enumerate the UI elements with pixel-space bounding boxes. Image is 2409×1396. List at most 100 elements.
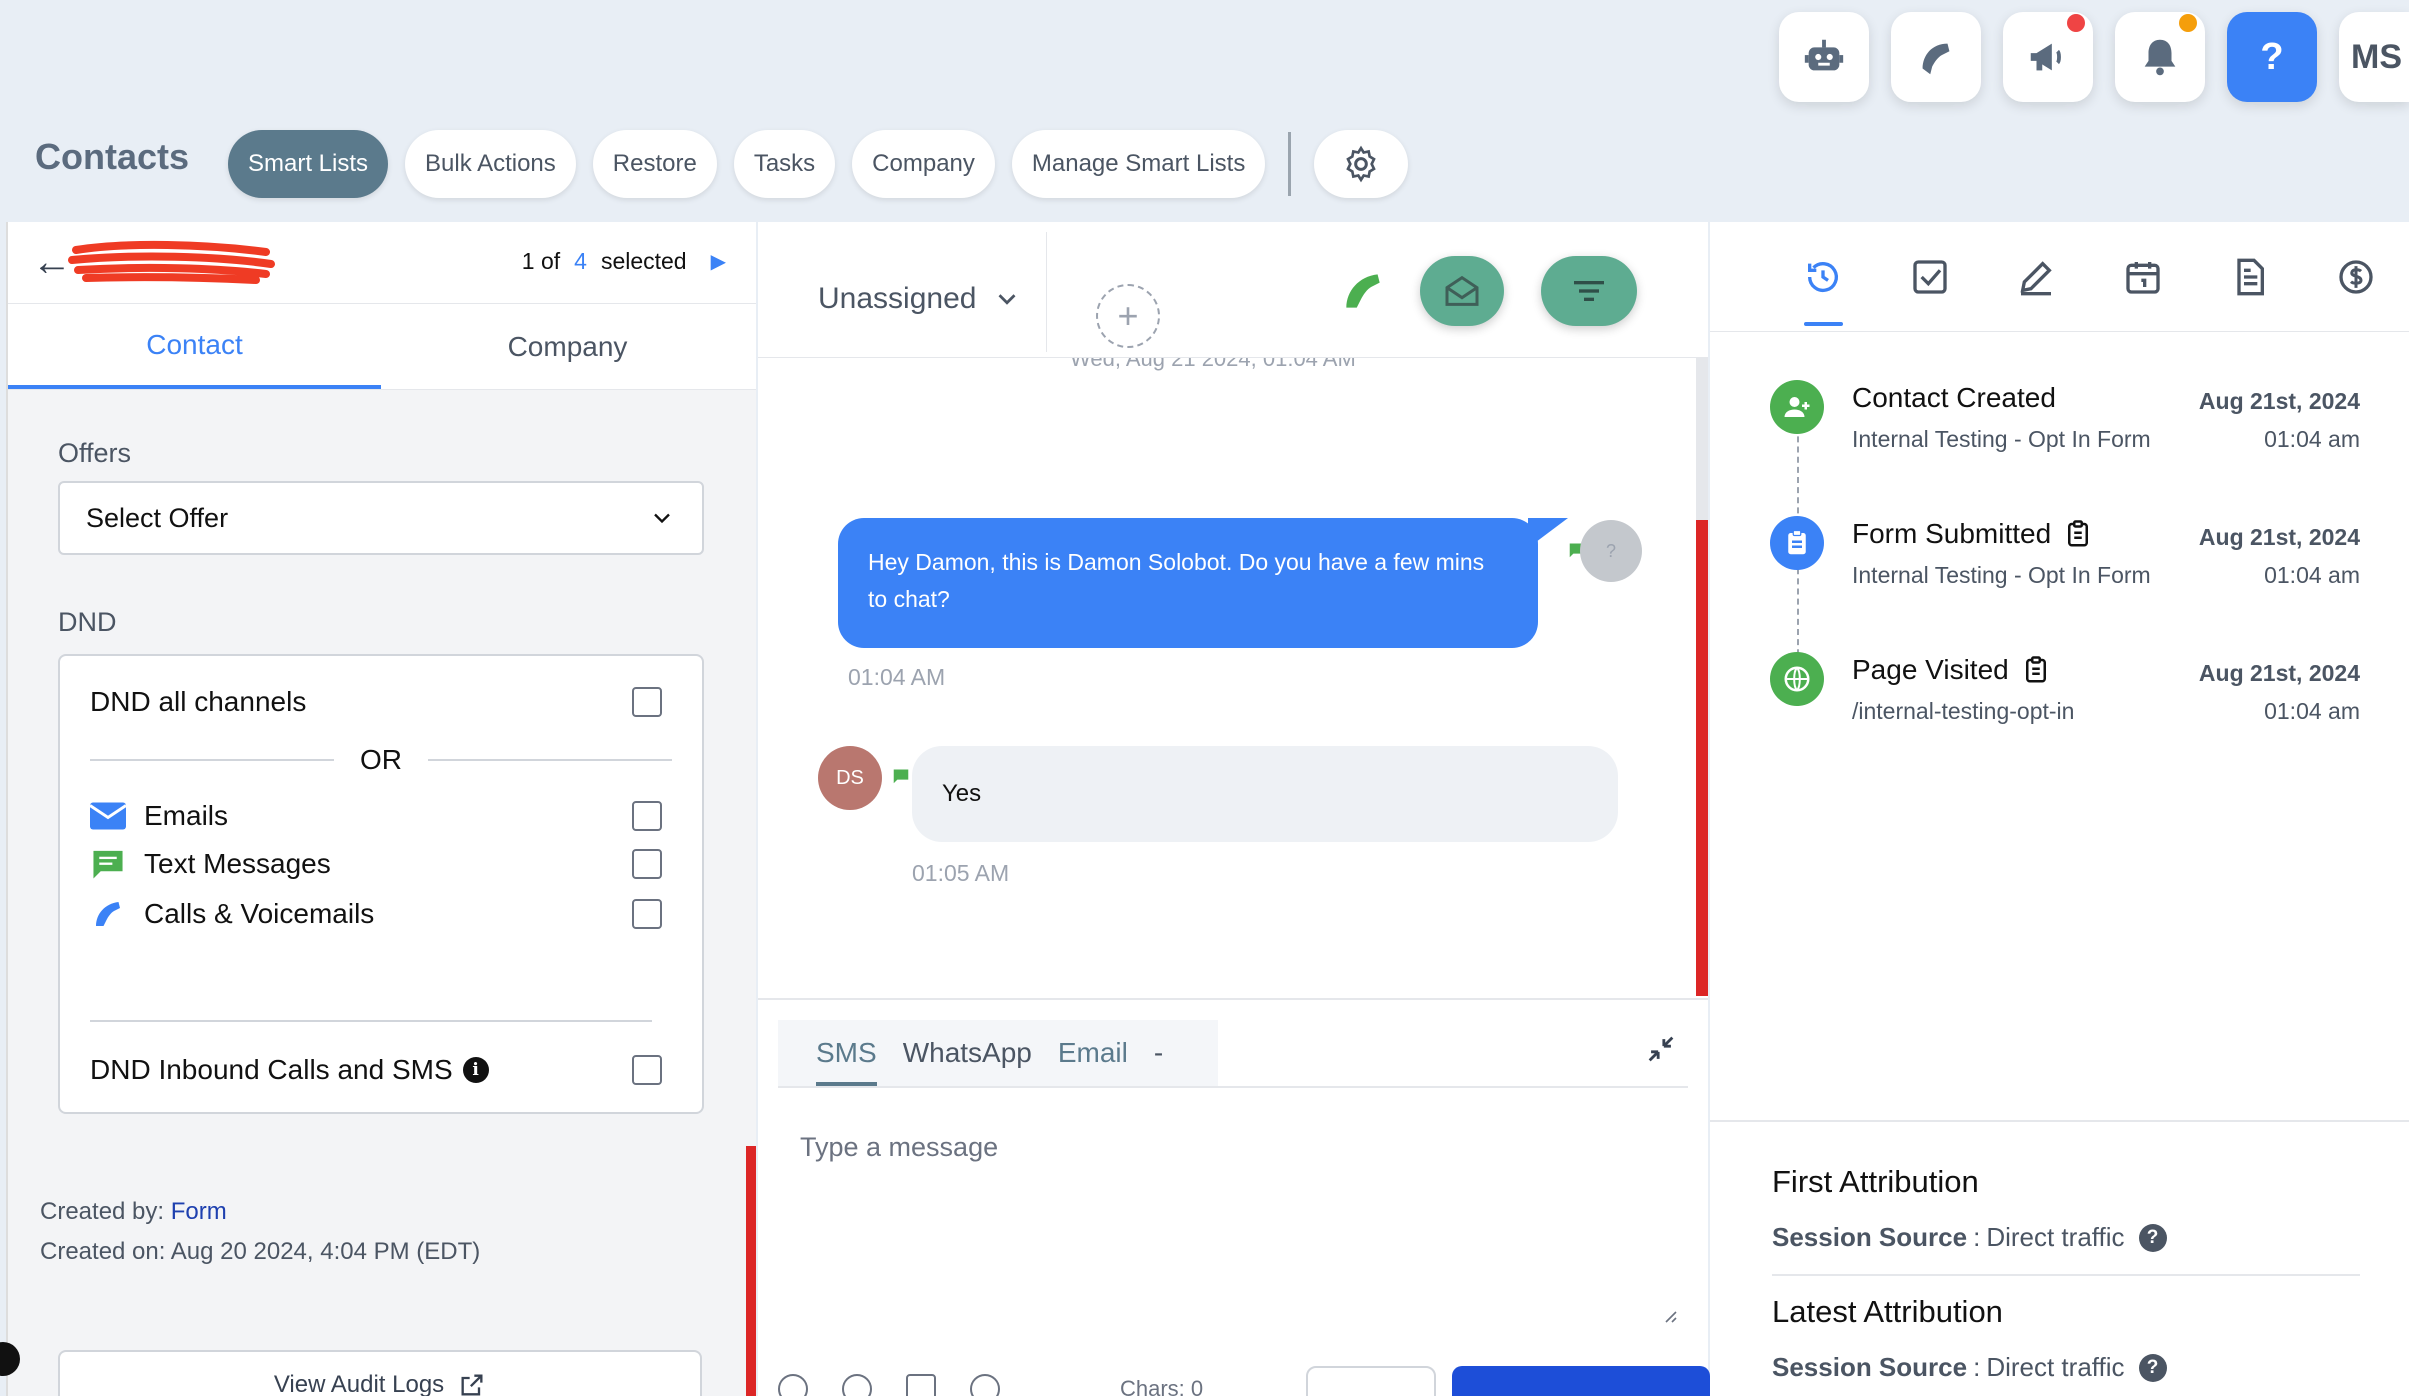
- selection-suffix: selected: [600, 248, 687, 274]
- pencil-icon: [2020, 260, 2052, 295]
- assignee-dropdown[interactable]: Unassigned: [818, 282, 1022, 316]
- offer-select[interactable]: Select Offer: [58, 481, 704, 555]
- dnd-calls-checkbox[interactable]: [632, 899, 662, 929]
- contact-created-badge: [1770, 380, 1824, 434]
- activity-title-text: Page Visited: [1852, 654, 2009, 685]
- clipboard-icon: [1788, 529, 1806, 555]
- form-submitted-badge: [1770, 516, 1824, 570]
- dnd-calls-row: Calls & Voicemails: [90, 896, 662, 932]
- view-audit-logs-button[interactable]: View Audit Logs: [58, 1350, 702, 1396]
- selection-count: 4: [574, 248, 587, 274]
- message-thread: Wed, Aug 21 2024, 01:04 AM Hey Damon, th…: [758, 358, 1708, 996]
- contact-header: ← 1 of 4 selected ▶: [8, 222, 756, 304]
- resize-grip-icon[interactable]: [1660, 1306, 1678, 1324]
- channel-tab-sms[interactable]: SMS: [816, 1020, 877, 1086]
- source-value: Direct traffic: [1986, 1352, 2125, 1382]
- globe-icon: [1784, 666, 1810, 692]
- filter-button[interactable]: [1541, 256, 1637, 326]
- tab-notes[interactable]: [1983, 222, 2090, 332]
- sender-avatar: ?: [1580, 520, 1642, 582]
- tab-documents[interactable]: [2196, 222, 2303, 332]
- phone-button[interactable]: [1891, 12, 1981, 102]
- payment-icon[interactable]: [970, 1374, 1000, 1396]
- tab-activity[interactable]: [1770, 222, 1877, 332]
- dnd-settings-box: DND all channels OR Emails Text Messages: [58, 654, 704, 1114]
- dnd-all-row: DND all channels: [90, 686, 662, 718]
- collapse-icon[interactable]: [1644, 1032, 1678, 1066]
- clear-button[interactable]: [1306, 1366, 1436, 1396]
- announcements-button[interactable]: [2003, 12, 2093, 102]
- tab-payments[interactable]: [2303, 222, 2409, 332]
- top-bar: ? MS Contacts Smart Lists Bulk Actions R…: [0, 0, 2409, 222]
- send-button[interactable]: [1452, 1366, 1710, 1396]
- user-plus-icon: [1784, 397, 1810, 417]
- activity-time: 01:04 am: [2264, 562, 2360, 588]
- info-icon[interactable]: i: [462, 1057, 489, 1083]
- attachment-icon[interactable]: [778, 1374, 808, 1396]
- emoji-icon[interactable]: [842, 1374, 872, 1396]
- chevron-down-icon: [998, 294, 1016, 305]
- user-avatar[interactable]: MS: [2339, 12, 2409, 102]
- sms-channel-icon: [893, 769, 909, 784]
- add-follower-button[interactable]: +: [1096, 284, 1160, 348]
- activity-time: 01:04 am: [2264, 698, 2360, 724]
- header-divider: [1046, 232, 1047, 352]
- checkbox-icon: [1913, 259, 1947, 294]
- tab-tasks[interactable]: [1877, 222, 1984, 332]
- left-scrollbar-thumb[interactable]: [746, 1146, 756, 1396]
- created-by-label: Created by:: [40, 1198, 165, 1225]
- next-contact-icon[interactable]: ▶: [711, 249, 726, 274]
- template-icon[interactable]: [906, 1374, 936, 1396]
- dnd-inbound-checkbox[interactable]: [632, 1055, 662, 1085]
- notifications-button[interactable]: [2115, 12, 2205, 102]
- date-stamp: Wed, Aug 21 2024, 01:04 AM: [1070, 358, 1356, 371]
- dnd-all-label: DND all channels: [90, 686, 307, 717]
- top-icon-group: ? MS: [1779, 12, 2409, 102]
- mark-read-button[interactable]: [1420, 256, 1504, 326]
- contact-avatar: DS: [818, 746, 882, 810]
- channel-tab-whatsapp[interactable]: WhatsApp: [903, 1020, 1032, 1086]
- clipboard-icon[interactable]: [2063, 519, 2093, 549]
- pill-restore[interactable]: Restore: [592, 130, 717, 198]
- first-attribution-title: First Attribution: [1772, 1164, 1979, 1199]
- offer-select-value: Select Offer: [86, 502, 229, 533]
- tab-appointments[interactable]: [2090, 222, 2197, 332]
- dnd-emails-row: Emails: [90, 800, 662, 832]
- tab-company[interactable]: Company: [381, 304, 754, 389]
- attribution-divider: [1772, 1274, 2360, 1276]
- pill-smart-lists[interactable]: Smart Lists: [228, 130, 389, 198]
- dnd-sms-row: Text Messages: [90, 848, 662, 880]
- pill-bulk-actions[interactable]: Bulk Actions: [405, 130, 576, 198]
- activity-item: Page Visited /internal-testing-opt-in Au…: [1770, 644, 2360, 744]
- message-input[interactable]: [800, 1132, 1500, 1163]
- tab-contact[interactable]: Contact: [8, 304, 381, 389]
- activity-time: 01:04 am: [2264, 426, 2360, 452]
- help-icon[interactable]: ?: [2138, 1223, 2167, 1252]
- help-button[interactable]: ?: [2227, 12, 2317, 102]
- settings-button[interactable]: [1314, 130, 1409, 198]
- dnd-sms-checkbox[interactable]: [632, 849, 662, 879]
- channel-tab-email[interactable]: Email: [1058, 1020, 1128, 1086]
- created-by-link[interactable]: Form: [171, 1198, 227, 1225]
- channel-calls-label: Calls & Voicemails: [144, 898, 375, 929]
- pill-company[interactable]: Company: [852, 130, 995, 198]
- clipboard-icon[interactable]: [2021, 655, 2051, 685]
- bubble-tail: [1528, 518, 1568, 548]
- message-time: 01:04 AM: [848, 664, 946, 690]
- thread-scrollbar-thumb[interactable]: [1696, 520, 1708, 996]
- activity-subtitle: Internal Testing - Opt In Form: [1852, 562, 2151, 588]
- call-icon[interactable]: [1338, 266, 1388, 316]
- phone-icon: [1922, 43, 1950, 75]
- email-icon: [90, 802, 126, 830]
- dnd-all-checkbox[interactable]: [632, 687, 662, 717]
- pill-manage-smart-lists[interactable]: Manage Smart Lists: [1011, 130, 1266, 198]
- activity-panel: Contact Created Internal Testing - Opt I…: [1710, 222, 2409, 1396]
- help-icon[interactable]: ?: [2138, 1353, 2167, 1382]
- message-composer: SMS WhatsApp Email - Chars: 0: [758, 998, 1710, 1396]
- channel-tab-more[interactable]: -: [1154, 1020, 1163, 1086]
- dnd-emails-checkbox[interactable]: [632, 801, 662, 831]
- pill-tasks[interactable]: Tasks: [733, 130, 836, 198]
- ai-bot-button[interactable]: [1779, 12, 1869, 102]
- or-divider: OR: [90, 744, 672, 776]
- page-title: Contacts: [35, 136, 190, 177]
